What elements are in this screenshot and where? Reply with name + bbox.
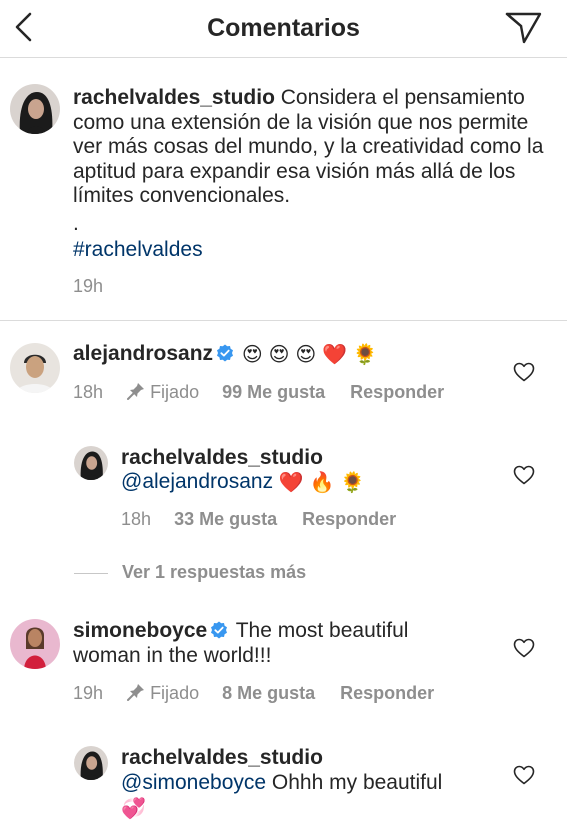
- heart-icon[interactable]: [513, 765, 535, 785]
- reply-emoji-line: 💞: [121, 796, 146, 821]
- reply-button[interactable]: Responder: [340, 683, 434, 703]
- pinned-label: Fijado: [126, 683, 199, 703]
- caption-text: rachelvaldes_studio Considera el pensami…: [73, 86, 553, 209]
- reply-meta: 18h 33 Me gusta Responder: [121, 509, 396, 530]
- likes-count[interactable]: 8 Me gusta: [222, 683, 315, 703]
- caption-hashtag[interactable]: #rachelvaldes: [73, 238, 203, 263]
- pin-icon: [127, 383, 145, 400]
- caption-dot: .: [73, 212, 79, 235]
- avatar[interactable]: [10, 343, 60, 393]
- mention-link[interactable]: @simoneboyce: [121, 771, 266, 794]
- comment-meta: 19h Fijado 8 Me gusta Responder: [73, 682, 434, 704]
- pin-icon: [127, 684, 145, 701]
- view-more-replies[interactable]: Ver 1 respuestas más: [74, 562, 306, 583]
- reply-text: @alejandrosanz ❤️ 🔥 🌻: [121, 470, 365, 495]
- emoji: 🌻: [352, 344, 378, 366]
- emoji: 😍: [295, 344, 317, 366]
- emoji: ❤️: [278, 472, 304, 494]
- heart-icon[interactable]: [513, 362, 535, 382]
- comment-body: The most beautiful: [235, 619, 409, 642]
- caption-username[interactable]: rachelvaldes_studio: [73, 86, 275, 109]
- comment-text: simoneboyce The most beautiful woman in …: [73, 619, 503, 668]
- verified-badge-icon: [217, 344, 234, 362]
- comment-time: 18h: [73, 382, 104, 402]
- caption-time: 19h: [73, 276, 104, 296]
- emoji: 🔥: [309, 472, 335, 494]
- reply-username: rachelvaldes_studio: [121, 446, 323, 469]
- paper-plane-icon[interactable]: [503, 9, 543, 45]
- comment-username[interactable]: alejandrosanz: [73, 342, 213, 365]
- reply-username: rachelvaldes_studio: [121, 746, 323, 769]
- reply-button[interactable]: Responder: [302, 509, 396, 529]
- comment-meta: 18h Fijado 99 Me gusta Responder: [73, 381, 444, 403]
- reply-text: @simoneboyce Ohhh my beautiful: [121, 771, 442, 796]
- heart-icon[interactable]: [513, 465, 535, 485]
- reply-button[interactable]: Responder: [350, 382, 444, 402]
- avatar[interactable]: [74, 446, 108, 480]
- likes-count[interactable]: 99 Me gusta: [222, 382, 325, 402]
- page-title: Comentarios: [207, 14, 360, 42]
- reply-body: Ohhh my beautiful: [271, 771, 443, 794]
- reply-time: 18h: [121, 509, 152, 529]
- likes-count[interactable]: 33 Me gusta: [174, 509, 277, 529]
- divider: [0, 320, 567, 321]
- emoji: 😍: [241, 344, 263, 366]
- heart-icon[interactable]: [513, 638, 535, 658]
- divider: [74, 572, 108, 574]
- mention-link[interactable]: @alejandrosanz: [121, 470, 273, 493]
- verified-badge-icon: [211, 621, 228, 639]
- avatar[interactable]: [10, 619, 60, 669]
- avatar[interactable]: [10, 84, 60, 134]
- emoji: 🌻: [340, 472, 366, 494]
- comment-time: 19h: [73, 683, 104, 703]
- comment-text: alejandrosanz 😍 😍 😍 ❤️ 🌻: [73, 342, 503, 367]
- comment-body: woman in the world!!!: [73, 643, 272, 667]
- emoji: 😍: [268, 344, 290, 366]
- pinned-label: Fijado: [126, 382, 199, 402]
- comment-username[interactable]: simoneboyce: [73, 619, 207, 642]
- emoji: ❤️: [322, 344, 347, 366]
- header-bar: Comentarios: [0, 0, 567, 58]
- emoji: 💞: [121, 798, 146, 820]
- avatar[interactable]: [74, 746, 108, 780]
